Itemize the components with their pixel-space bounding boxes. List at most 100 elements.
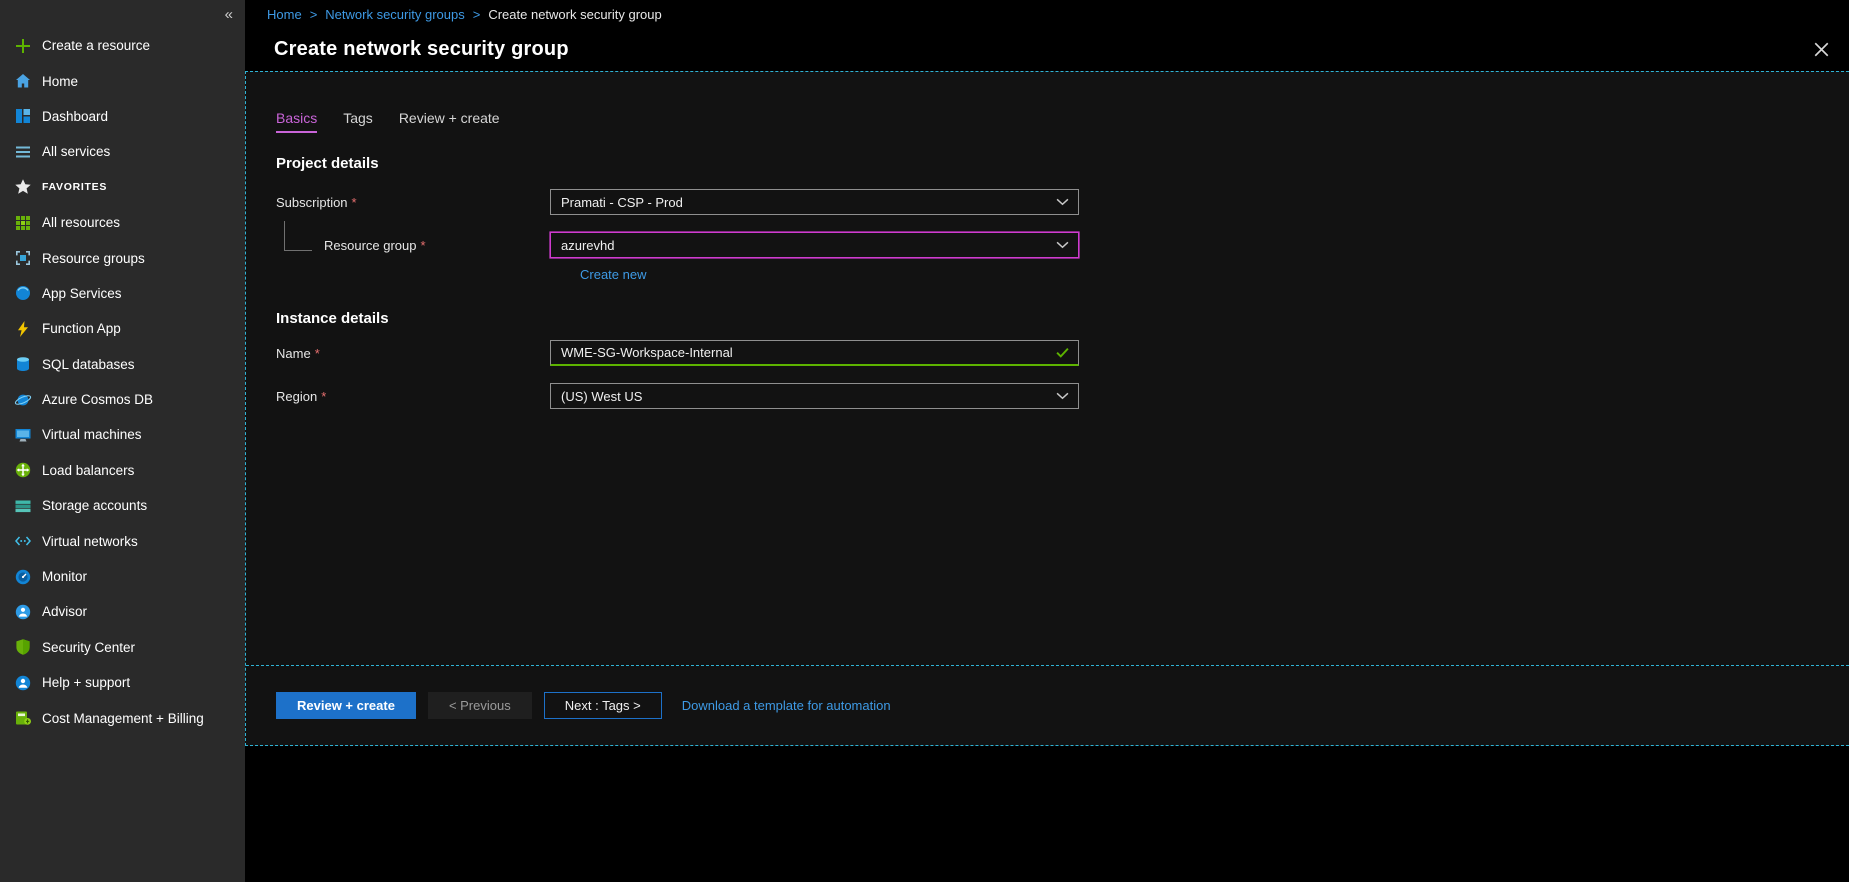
lightning-icon xyxy=(14,320,32,338)
sidebar-item-label: App Services xyxy=(42,286,122,301)
sidebar-item-label: Virtual machines xyxy=(42,427,142,442)
check-icon xyxy=(1056,347,1069,358)
download-template-link[interactable]: Download a template for automation xyxy=(682,698,891,713)
sidebar-item-virtual-networks[interactable]: Virtual networks xyxy=(0,523,245,558)
sidebar-section-favorites: FAVORITES xyxy=(0,170,245,205)
sidebar-item-label: Resource groups xyxy=(42,251,145,266)
sidebar-item-security-center[interactable]: Security Center xyxy=(0,630,245,665)
region-dropdown[interactable]: (US) West US xyxy=(550,383,1079,409)
sidebar-item-all-resources[interactable]: All resources xyxy=(0,205,245,240)
subscription-row: Subscription* Pramati - CSP - Prod xyxy=(276,189,1849,215)
sidebar-item-label: Home xyxy=(42,74,78,89)
review-create-button[interactable]: Review + create xyxy=(276,692,416,719)
sidebar-item-help-support[interactable]: Help + support xyxy=(0,665,245,700)
plus-icon xyxy=(14,37,32,55)
sidebar-item-function-app[interactable]: Function App xyxy=(0,311,245,346)
next-tags-button[interactable]: Next : Tags > xyxy=(544,692,662,719)
breadcrumb-nsg-link[interactable]: Network security groups xyxy=(325,7,464,22)
name-input[interactable] xyxy=(553,345,1056,360)
sidebar-item-cost-management-billing[interactable]: Cost Management + Billing xyxy=(0,700,245,735)
sidebar-item-sql-databases[interactable]: SQL databases xyxy=(0,347,245,382)
sidebar-item-label: Cost Management + Billing xyxy=(42,711,204,726)
sidebar-item-virtual-machines[interactable]: Virtual machines xyxy=(0,417,245,452)
sidebar-item-load-balancers[interactable]: Load balancers xyxy=(0,453,245,488)
monitor-screen-icon xyxy=(14,426,32,444)
sidebar-item-label: SQL databases xyxy=(42,357,135,372)
app-root: « Create a resource Home Dashboard All s… xyxy=(0,0,1849,882)
resource-group-label-text: Resource group xyxy=(324,238,417,253)
create-new-link[interactable]: Create new xyxy=(580,267,646,282)
name-row: Name * xyxy=(276,340,1849,366)
sidebar-item-create-a-resource[interactable]: Create a resource xyxy=(0,28,245,63)
sidebar-item-label: Azure Cosmos DB xyxy=(42,392,153,407)
sidebar-item-monitor[interactable]: Monitor xyxy=(0,559,245,594)
star-icon xyxy=(14,178,32,196)
planet-icon xyxy=(14,391,32,409)
help-icon xyxy=(14,674,32,692)
chevron-down-icon xyxy=(1056,198,1069,206)
sidebar-collapse-button[interactable]: « xyxy=(225,6,233,23)
sidebar-item-home[interactable]: Home xyxy=(0,63,245,98)
sidebar-item-all-services[interactable]: All services xyxy=(0,134,245,169)
required-marker: * xyxy=(315,346,320,361)
database-icon xyxy=(14,355,32,373)
sidebar-item-app-services[interactable]: App Services xyxy=(0,276,245,311)
subscription-value: Pramati - CSP - Prod xyxy=(561,195,683,210)
name-label-text: Name xyxy=(276,346,311,361)
project-details-heading: Project details xyxy=(276,155,1849,172)
subscription-label-text: Subscription xyxy=(276,195,348,210)
sidebar-item-label: Create a resource xyxy=(42,38,150,53)
required-marker: * xyxy=(321,389,326,404)
sidebar-item-dashboard[interactable]: Dashboard xyxy=(0,99,245,134)
tree-connector xyxy=(284,221,312,251)
grid-icon xyxy=(14,214,32,232)
breadcrumb-separator: > xyxy=(473,7,481,22)
balancer-icon xyxy=(14,461,32,479)
tab-review-create[interactable]: Review + create xyxy=(399,110,500,133)
tab-bar: Basics Tags Review + create xyxy=(246,72,1849,133)
required-marker: * xyxy=(421,238,426,253)
subscription-label: Subscription* xyxy=(276,195,550,210)
sidebar-item-storage-accounts[interactable]: Storage accounts xyxy=(0,488,245,523)
sidebar-item-azure-cosmos-db[interactable]: Azure Cosmos DB xyxy=(0,382,245,417)
globe-icon xyxy=(14,284,32,302)
chevron-down-icon xyxy=(1056,392,1069,400)
subscription-dropdown[interactable]: Pramati - CSP - Prod xyxy=(550,189,1079,215)
resource-group-dropdown[interactable]: azurevhd xyxy=(550,232,1079,258)
sidebar-item-label: Help + support xyxy=(42,675,130,690)
breadcrumb: Home > Network security groups > Create … xyxy=(245,0,1849,28)
previous-button[interactable]: < Previous xyxy=(428,692,532,719)
sidebar-item-label: Virtual networks xyxy=(42,534,138,549)
sidebar-item-label: Security Center xyxy=(42,640,135,655)
sidebar-item-label: Load balancers xyxy=(42,463,134,478)
resource-groups-icon xyxy=(14,249,32,267)
sidebar-item-label: Dashboard xyxy=(42,109,108,124)
gauge-icon xyxy=(14,568,32,586)
sidebar-section-label: FAVORITES xyxy=(42,181,107,193)
main-panel: Home > Network security groups > Create … xyxy=(245,0,1849,882)
list-icon xyxy=(14,143,32,161)
instance-details-heading: Instance details xyxy=(276,310,1849,327)
close-icon[interactable] xyxy=(1810,38,1833,61)
resource-group-row: Resource group * azurevhd xyxy=(276,232,1849,258)
tab-tags[interactable]: Tags xyxy=(343,110,373,133)
tab-basics[interactable]: Basics xyxy=(276,110,317,133)
shield-icon xyxy=(14,638,32,656)
sidebar-item-label: All resources xyxy=(42,215,120,230)
region-row: Region * (US) West US xyxy=(276,383,1849,409)
name-label: Name * xyxy=(276,346,550,361)
breadcrumb-home-link[interactable]: Home xyxy=(267,7,302,22)
breadcrumb-separator: > xyxy=(310,7,318,22)
advisor-icon xyxy=(14,603,32,621)
region-label-text: Region xyxy=(276,389,317,404)
resource-group-label: Resource group * xyxy=(276,238,550,253)
chevron-down-icon xyxy=(1056,241,1069,249)
sidebar: « Create a resource Home Dashboard All s… xyxy=(0,0,245,882)
sidebar-item-advisor[interactable]: Advisor xyxy=(0,594,245,629)
sidebar-item-resource-groups[interactable]: Resource groups xyxy=(0,240,245,275)
sidebar-item-label: Function App xyxy=(42,321,121,336)
region-label: Region * xyxy=(276,389,550,404)
billing-icon xyxy=(14,709,32,727)
create-new-row: Create new xyxy=(580,266,1849,284)
sidebar-item-label: Monitor xyxy=(42,569,87,584)
